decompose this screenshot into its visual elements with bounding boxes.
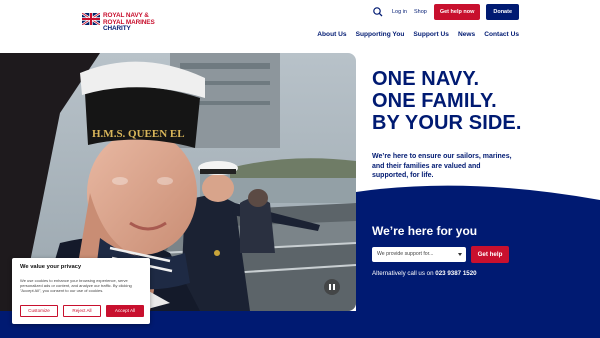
pause-icon-bar-right xyxy=(333,284,335,290)
phone-line: Alternatively call us on 023 9387 1520 xyxy=(372,270,477,277)
support-select-placeholder: We provide support for... xyxy=(377,251,434,257)
pause-icon-bar-left xyxy=(329,284,331,290)
logo-line-3: CHARITY xyxy=(103,25,131,33)
headline-line-1: ONE NAVY. xyxy=(372,68,480,90)
union-flag-icon xyxy=(82,13,100,25)
shop-link[interactable]: Shop xyxy=(414,9,427,15)
support-select[interactable]: We provide support for... xyxy=(372,247,466,262)
phone-prefix: Alternatively call us on xyxy=(372,270,434,277)
cookie-consent-banner: We value your privacy We use cookies to … xyxy=(12,258,150,324)
charity-logo[interactable]: ROYAL NAVY & ROYAL MARINES CHARITY xyxy=(82,12,155,33)
nav-item-supporting-you[interactable]: Supporting You xyxy=(356,31,405,38)
help-panel-title: We’re here for you xyxy=(372,224,478,238)
cookie-buttons: Customize Reject All Accept All xyxy=(20,305,144,317)
phone-number-link[interactable]: 023 9387 1520 xyxy=(435,270,476,277)
get-help-now-button[interactable]: Get help now xyxy=(433,4,481,20)
nav-item-contact-us[interactable]: Contact Us xyxy=(484,31,519,38)
get-help-button[interactable]: Get help xyxy=(471,246,509,263)
nav-item-support-us[interactable]: Support Us xyxy=(413,31,449,38)
logo-wordmark: ROYAL NAVY & ROYAL MARINES CHARITY xyxy=(103,12,155,33)
search-icon[interactable] xyxy=(372,6,384,18)
cookie-customize-button[interactable]: Customize xyxy=(20,305,58,317)
cookie-reject-all-button[interactable]: Reject All xyxy=(63,305,101,317)
headline-line-3: BY YOUR SIDE. xyxy=(372,112,522,134)
cookie-accept-all-button[interactable]: Accept All xyxy=(106,305,144,317)
cap-tally-text: H.M.S. QUEEN EL xyxy=(92,128,185,140)
site-header: ROYAL NAVY & ROYAL MARINES CHARITY Log i… xyxy=(0,0,600,53)
hero-intro: We’re here to ensure our sailors, marine… xyxy=(372,153,512,179)
nav-item-about-us[interactable]: About Us xyxy=(317,31,346,38)
donate-button[interactable]: Donate xyxy=(486,4,519,20)
main-nav: About Us Supporting You Support Us News … xyxy=(308,31,519,38)
nav-item-news[interactable]: News xyxy=(458,31,475,38)
headline-line-2: ONE FAMILY. xyxy=(372,90,497,112)
utility-bar: Log in Shop Get help now Donate xyxy=(372,4,519,20)
login-link[interactable]: Log in xyxy=(392,9,407,15)
chevron-down-icon xyxy=(458,253,462,256)
cookie-text: We use cookies to enhance your browsing … xyxy=(20,278,132,294)
cookie-title: We value your privacy xyxy=(20,264,82,270)
hero-headline: ONE NAVY. ONE FAMILY. BY YOUR SIDE. xyxy=(372,68,522,134)
pause-video-button[interactable] xyxy=(324,279,340,295)
